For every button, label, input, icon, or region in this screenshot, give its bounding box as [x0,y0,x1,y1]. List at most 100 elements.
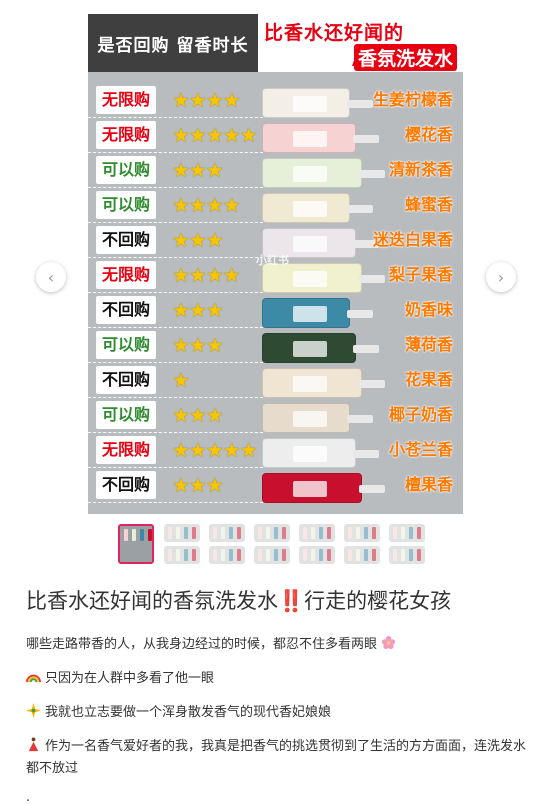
thumbnail-11[interactable] [344,546,380,564]
rating-row: 无限购 ★★★★★ 樱花香 [88,119,463,153]
paragraph-text: 作为一名香气爱好者的我，我真是把香气的挑选贯彻到了生活的方方面面，连洗发水都不放… [26,739,527,776]
thumbnail-2[interactable] [164,524,200,542]
repurchase-verdict: 可以购 [96,156,157,184]
thumbnail-bottle-mark [401,549,405,561]
row-divider [88,187,263,188]
scent-label: 清新茶香 [388,160,453,179]
star-rating: ★★★★★ [172,123,258,147]
repurchase-verdict: 不回购 [96,366,157,394]
thumbnail-bottle-mark [124,529,128,541]
rating-row: 可以购 ★★★ 椰子奶香 [88,399,463,433]
repurchase-verdict: 不回购 [96,226,157,254]
star-rating: ★★★ [172,228,224,252]
watermark: 小红书 [256,254,289,267]
thumbnail-12[interactable] [389,524,425,542]
post-paragraph-1: 哪些走路带香的人，从我身边经过的时候，都忍不住多看两眼 [26,634,526,656]
thumbnail-4[interactable] [209,524,245,542]
thumbnail-bottle-mark [184,527,188,539]
rating-row: 不回购 ★★★ 檀果香 [88,469,463,503]
repurchase-verdict: 无限购 [96,436,157,464]
thumbnail-bottle-mark [184,549,188,561]
cover-image: 是否回购 留香时长 比香水还好闻的 香氛洗发水 无限购 ★★★★ 生姜柠檬香 无限购 ★… [88,14,463,514]
repurchase-verdict: 无限购 [96,261,157,289]
rating-row: 不回购 ★ 花果香 [88,364,463,398]
rating-row: 无限购 ★★★★★ 小苍兰香 [88,434,463,468]
scent-label: 小苍兰香 [388,440,453,459]
repurchase-verdict: 可以购 [96,331,157,359]
row-divider [88,502,263,503]
thumbnail-bottle-mark [356,527,360,539]
sparkle-icon [26,703,41,718]
thumbnail-bottle-mark [168,549,172,561]
chevron-left-icon: ‹ [47,267,55,287]
thumbnail-9[interactable] [299,546,335,564]
thumbnail-bottle-mark [311,527,315,539]
thumbnail-1[interactable] [118,524,154,564]
repurchase-verdict: 不回购 [96,471,157,499]
thumbnail-bottle-mark [303,527,307,539]
thumbnail-7[interactable] [254,546,290,564]
thumbnail-bottle-mark [168,527,172,539]
thumbnail-bottle-mark [229,549,233,561]
thumbnail-bottle-mark [140,529,144,541]
scent-label: 樱花香 [404,125,453,144]
row-divider [88,257,263,258]
repurchase-verdict: 无限购 [96,121,157,149]
thumbnail-13[interactable] [389,546,425,564]
trailing-dot: . [26,790,31,805]
thumbnail-bottle-mark [176,527,180,539]
rating-row: 不回购 ★★★ 奶香味 [88,294,463,328]
star-rating: ★★★ [172,298,224,322]
scent-label: 迷迭白果香 [372,230,453,249]
thumbnail-10[interactable] [344,524,380,542]
thumbnail-bottle-mark [327,527,331,539]
thumbnail-bottle-mark [417,549,421,561]
thumbnail-bottle-mark [258,549,262,561]
thumbnail-bottle-mark [303,549,307,561]
star-rating: ★★★ [172,473,224,497]
thumbnail-bottle-mark [266,549,270,561]
thumbnail-bottle-mark [348,527,352,539]
thumbnail-bottle-mark [132,529,136,541]
thumbnail-bottle-mark [311,549,315,561]
row-divider [88,292,263,293]
thumbnail-bottle-mark [364,527,368,539]
prev-image-button[interactable]: ‹ [36,262,66,292]
thumbnail-bottle-mark [356,549,360,561]
paragraph-text: 只因为在人群中多看了他一眼 [45,671,215,686]
thumbnail-6[interactable] [254,524,290,542]
thumbnail-bottle-mark [319,527,323,539]
scent-label: 奶香味 [404,300,453,319]
thumbnail-bottle-mark [348,549,352,561]
repurchase-verdict: 可以购 [96,401,157,429]
thumbnail-5[interactable] [209,546,245,564]
rating-row: 可以购 ★★★★ 蜂蜜香 [88,189,463,223]
scent-label: 椰子奶香 [388,405,453,424]
scent-label: 薄荷香 [404,335,453,354]
chevron-right-icon: › [497,267,505,287]
thumbnail-bottle-mark [327,549,331,561]
repurchase-verdict: 可以购 [96,191,157,219]
thumbnail-bottle-mark [221,549,225,561]
thumbnail-bottle-mark [237,549,241,561]
cover-header-right: 比香水还好闻的 香氛洗发水 [258,14,463,72]
next-image-button[interactable]: › [486,262,516,292]
thumbnail-bottle-mark [237,527,241,539]
thumbnail-bottle-mark [409,549,413,561]
paragraph-text: 我就也立志要做一个浑身散发香气的现代香妃娘娘 [45,705,332,720]
thumbnail-bottle-mark [393,527,397,539]
thumbnail-bottle-mark [417,527,421,539]
scent-label: 花果香 [404,370,453,389]
row-divider [88,327,263,328]
thumbnail-8[interactable] [299,524,335,542]
thumbnail-bottle-mark [282,527,286,539]
image-viewer: 是否回购 留香时长 比香水还好闻的 香氛洗发水 无限购 ★★★★ 生姜柠檬香 无限购 ★… [0,0,543,520]
star-rating: ★★★ [172,403,224,427]
thumbnail-bottle-mark [274,527,278,539]
thumbnail-bottle-mark [192,527,196,539]
repurchase-verdict: 无限购 [96,86,157,114]
cover-title-line1: 比香水还好闻的 [264,22,405,44]
star-rating: ★★★ [172,158,224,182]
post-paragraph-4: 作为一名香气爱好者的我，我真是把香气的挑选贯彻到了生活的方方面面，连洗发水都不放… [26,736,526,780]
thumbnail-3[interactable] [164,546,200,564]
